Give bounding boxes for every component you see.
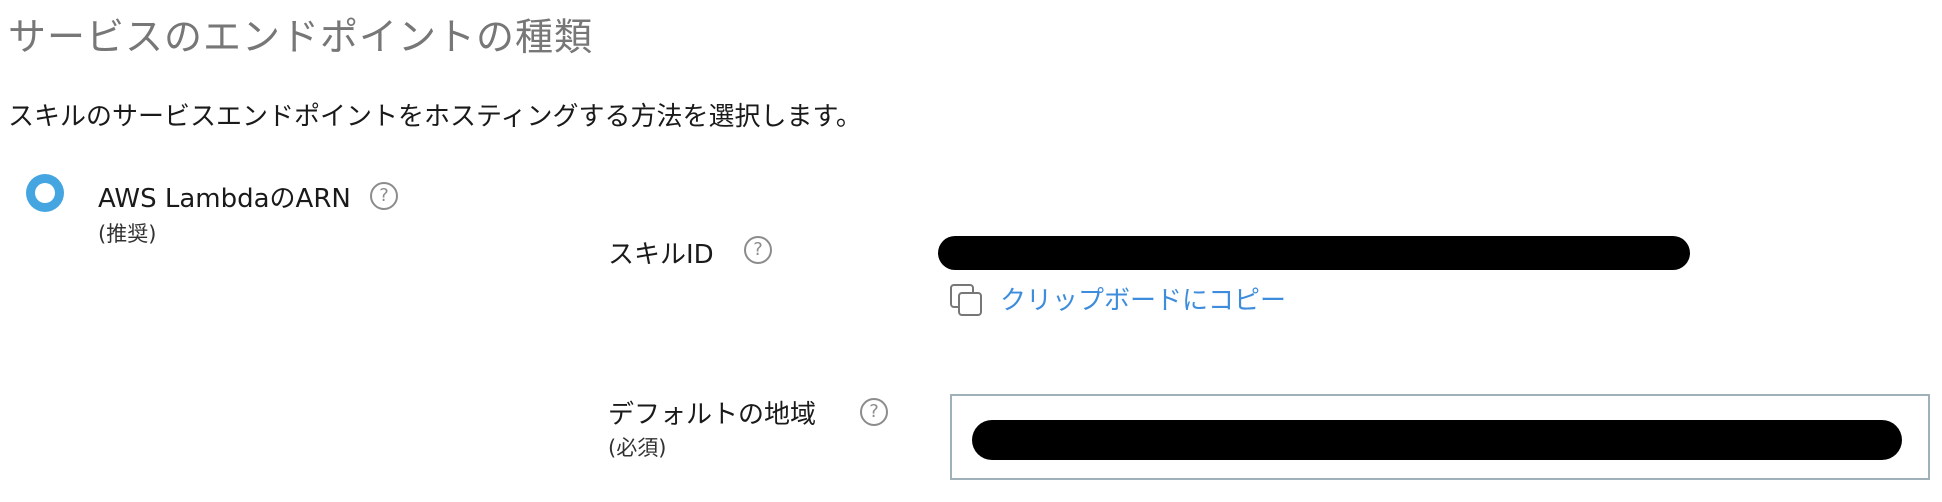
default-region-redaction <box>972 420 1902 460</box>
endpoint-lambda-radio[interactable] <box>26 174 64 212</box>
endpoint-lambda-recommended: (推奨) <box>98 222 157 246</box>
section-title: サービスのエンドポイントの種類 <box>8 15 594 59</box>
default-region-required: (必須) <box>608 436 667 460</box>
copy-icon <box>948 282 982 316</box>
copy-to-clipboard-label: クリップボードにコピー <box>1000 286 1287 316</box>
section-description: スキルのサービスエンドポイントをホスティングする方法を選択します。 <box>8 102 862 132</box>
endpoint-lambda-label: AWS LambdaのARN <box>98 184 351 214</box>
skill-id-redaction <box>938 236 1690 270</box>
copy-to-clipboard-button[interactable]: クリップボードにコピー <box>948 280 1286 317</box>
help-circle-icon[interactable]: ? <box>370 182 398 210</box>
default-region-label: デフォルトの地域 <box>608 400 817 430</box>
help-circle-icon[interactable]: ? <box>744 236 772 264</box>
help-circle-icon[interactable]: ? <box>860 398 888 426</box>
skill-id-label: スキルID <box>608 240 714 270</box>
